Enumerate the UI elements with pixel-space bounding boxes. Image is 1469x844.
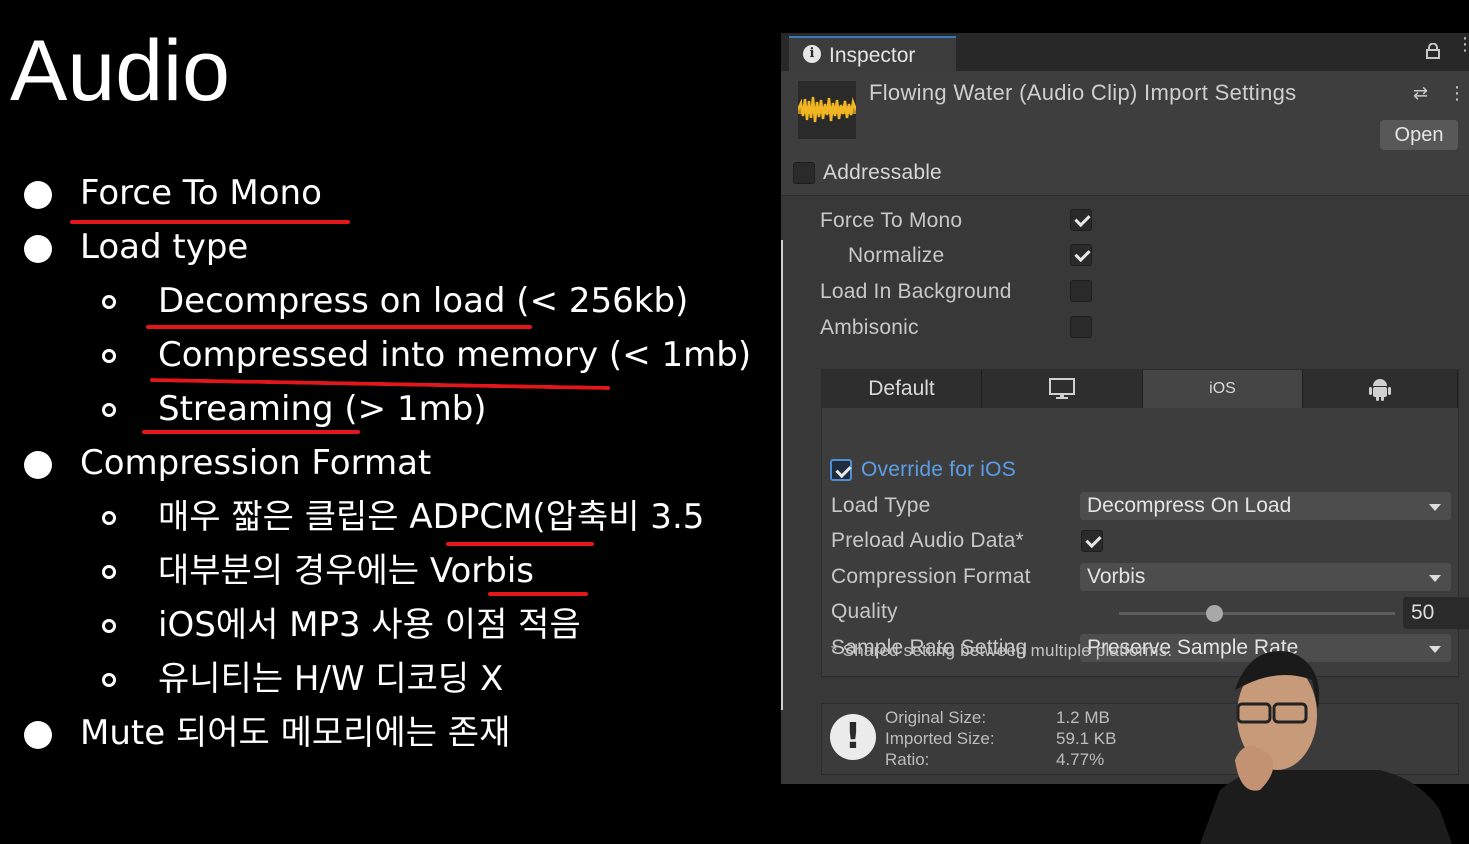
window-divider	[781, 240, 783, 710]
more-options-icon[interactable]: ⋮	[1448, 83, 1466, 104]
shared-setting-note: * Shared setting between multiple platfo…	[831, 641, 1173, 660]
imported-size-value: 59.1 KB	[1056, 729, 1117, 748]
addressable-checkbox[interactable]	[793, 162, 815, 184]
android-icon	[1369, 379, 1391, 401]
compression-format-dropdown[interactable]: Vorbis	[1080, 563, 1451, 591]
bullet-force-to-mono: Force To Mono	[80, 173, 322, 213]
platform-tabs: Default iOS	[822, 370, 1458, 408]
sub-bullet-circle	[102, 619, 116, 633]
sub-bullet-decompress: Decompress on load (< 256kb)	[158, 281, 689, 321]
tab-inspector-label: Inspector	[829, 44, 916, 67]
compression-format-label: Compression Format	[831, 565, 1031, 588]
compression-format-value: Vorbis	[1087, 565, 1146, 588]
sub-bullet-circle	[102, 511, 116, 525]
ambisonic-label: Ambisonic	[820, 316, 919, 339]
platform-settings-panel: Default iOS Override for iOS Load Type D…	[821, 369, 1469, 677]
sub-bullet-circle	[102, 295, 116, 309]
original-size-value: 1.2 MB	[1056, 708, 1110, 727]
load-type-dropdown[interactable]: Decompress On Load	[1080, 492, 1451, 520]
quality-slider-track[interactable]	[1119, 612, 1395, 615]
sub-bullet-circle	[102, 673, 116, 687]
normalize-checkbox[interactable]	[1070, 244, 1092, 266]
window-menu-icon[interactable]: ⋮	[1456, 36, 1469, 54]
ambisonic-checkbox[interactable]	[1070, 316, 1092, 338]
normalize-label: Normalize	[848, 244, 945, 267]
preload-audio-data-checkbox[interactable]	[1081, 530, 1103, 552]
bullet-dot	[24, 235, 52, 263]
bullet-mute: Mute 되어도 메모리에는 존재	[80, 713, 511, 753]
annotation-underline	[70, 220, 350, 224]
bullet-dot	[24, 721, 52, 749]
annotation-underline	[146, 325, 532, 329]
lock-icon[interactable]	[1426, 43, 1440, 59]
original-size-label: Original Size:	[885, 708, 987, 727]
ratio-label: Ratio:	[885, 750, 930, 769]
chevron-down-icon	[1429, 504, 1441, 511]
bullet-compression-format: Compression Format	[80, 443, 432, 483]
warning-icon: !	[830, 714, 876, 760]
force-to-mono-label: Force To Mono	[820, 209, 963, 232]
bullet-load-type: Load type	[80, 227, 249, 267]
load-in-background-checkbox[interactable]	[1070, 280, 1092, 302]
sub-bullet-hw-decoding: 유니티는 H/W 디코딩 X	[158, 659, 504, 699]
sub-bullet-compressed: Compressed into memory (< 1mb)	[158, 335, 752, 375]
sub-bullet-vorbis: 대부분의 경우에는 Vorbis	[158, 551, 534, 591]
tab-standalone[interactable]	[982, 370, 1143, 408]
load-in-background-label: Load In Background	[820, 280, 1012, 303]
tab-inspector[interactable]: i Inspector	[789, 36, 956, 71]
bullet-dot	[24, 181, 52, 209]
addressable-label: Addressable	[823, 161, 942, 184]
sub-bullet-streaming: Streaming (> 1mb)	[158, 389, 487, 429]
annotation-underline	[488, 592, 588, 596]
quality-label: Quality	[831, 600, 898, 623]
quality-slider-handle[interactable]	[1206, 605, 1223, 622]
force-to-mono-checkbox[interactable]	[1070, 209, 1092, 231]
presets-icon[interactable]: ⇄	[1413, 83, 1428, 104]
bullet-dot	[24, 451, 52, 479]
asset-title: Flowing Water (Audio Clip) Import Settin…	[869, 80, 1297, 105]
quality-input[interactable]: 50	[1403, 597, 1469, 629]
override-ios-label: Override for iOS	[861, 458, 1016, 481]
audio-waveform-thumbnail	[798, 81, 856, 139]
asset-header: Flowing Water (Audio Clip) Import Settin…	[781, 71, 1469, 151]
addressable-row: Addressable	[781, 151, 1469, 196]
presenter-webcam	[1200, 651, 1452, 844]
tab-default[interactable]: Default	[822, 370, 982, 408]
preload-audio-data-label: Preload Audio Data*	[831, 529, 1024, 552]
annotation-underline	[446, 542, 594, 546]
sub-bullet-circle	[102, 565, 116, 579]
tab-ios[interactable]: iOS	[1143, 370, 1303, 408]
info-icon: i	[803, 45, 821, 63]
tab-android[interactable]	[1303, 370, 1458, 408]
sub-bullet-circle	[102, 403, 116, 417]
monitor-icon	[1049, 378, 1075, 399]
override-ios-checkbox[interactable]	[830, 459, 852, 481]
load-type-value: Decompress On Load	[1087, 494, 1292, 517]
open-button[interactable]: Open	[1380, 120, 1458, 150]
chevron-down-icon	[1429, 575, 1441, 582]
load-type-label: Load Type	[831, 494, 931, 517]
sub-bullet-adpcm: 매우 짧은 클립은 ADPCM(압축비 3.5	[158, 500, 705, 534]
annotation-underline	[142, 430, 360, 434]
ratio-value: 4.77%	[1056, 750, 1105, 769]
sub-bullet-circle	[102, 349, 116, 363]
video-frame: Audio Force To Mono Load type Decompress…	[0, 0, 1469, 844]
sub-bullet-mp3: iOS에서 MP3 사용 이점 적음	[158, 605, 581, 645]
imported-size-label: Imported Size:	[885, 729, 995, 748]
slide-title: Audio	[10, 23, 230, 119]
inspector-tab-bar: i Inspector ⋮	[781, 33, 1469, 71]
